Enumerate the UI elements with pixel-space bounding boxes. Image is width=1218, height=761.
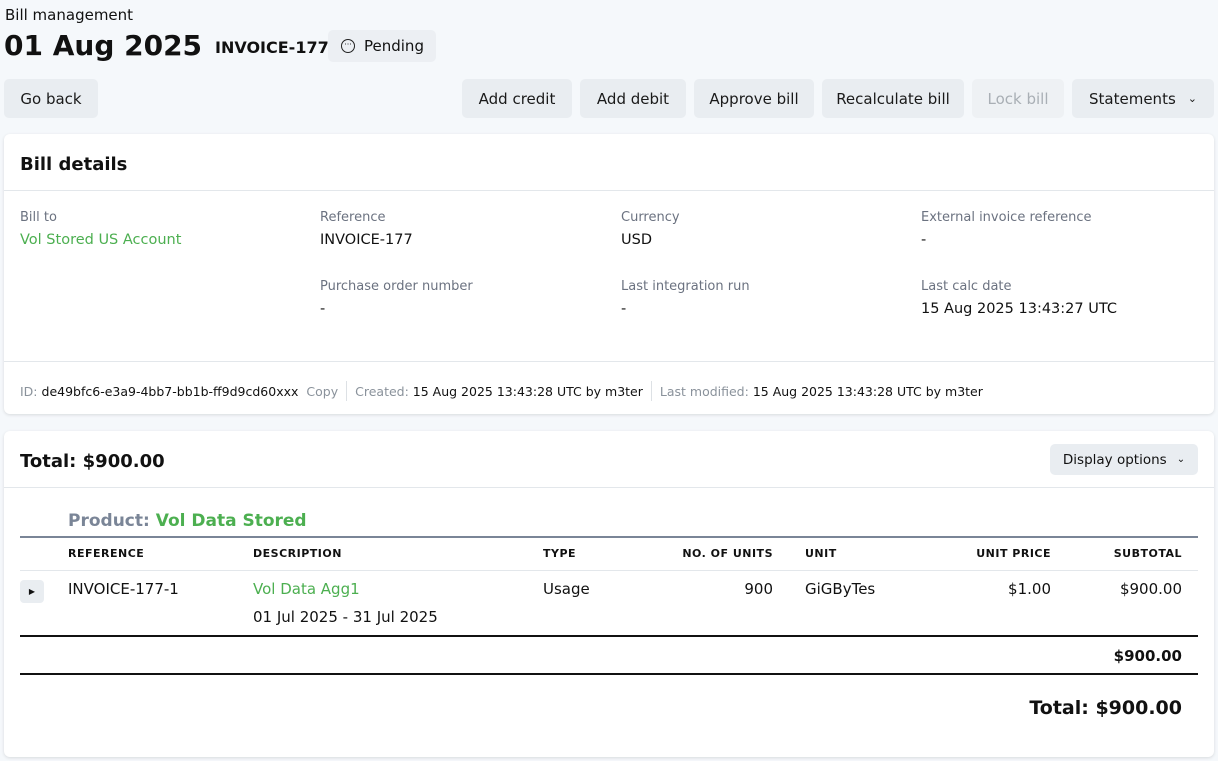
row-reference: INVOICE-177-1 [68, 580, 179, 598]
currency-value: USD [621, 232, 652, 248]
invoice-number: INVOICE-177 [215, 38, 329, 57]
product-subtotal: $900.00 [1113, 647, 1182, 665]
bill-details-card: Bill details Bill to Vol Stored US Accou… [4, 134, 1214, 414]
status-label: Pending [364, 37, 424, 55]
col-subtotal: SUBTOTAL [1113, 547, 1182, 560]
col-reference: REFERENCE [68, 547, 145, 560]
divider [20, 673, 1198, 675]
expand-row-button[interactable]: ▶ [20, 580, 44, 603]
last-calc-value: 15 Aug 2025 13:43:27 UTC [921, 301, 1117, 317]
col-unit-price: UNIT PRICE [976, 547, 1051, 560]
row-unit: GiGByTes [805, 580, 876, 598]
last-calc-label: Last calc date [921, 279, 1012, 294]
add-debit-button[interactable]: Add debit [580, 79, 686, 118]
row-period: 01 Jul 2025 - 31 Jul 2025 [253, 608, 438, 626]
product-link[interactable]: Vol Data Stored [156, 511, 307, 531]
display-options-label: Display options [1062, 451, 1167, 468]
pending-icon: ··· [341, 39, 355, 53]
lock-bill-button[interactable]: Lock bill [972, 79, 1064, 118]
bill-to-link[interactable]: Vol Stored US Account [20, 232, 181, 248]
row-subtotal: $900.00 [1119, 580, 1182, 598]
modified-label: Last modified: [659, 383, 749, 399]
copy-button[interactable]: Copy [306, 384, 338, 399]
grand-total: Total: $900.00 [1029, 697, 1182, 719]
col-unit: UNIT [805, 547, 837, 560]
caret-right-icon: ▶ [28, 587, 36, 596]
approve-bill-button[interactable]: Approve bill [694, 79, 814, 118]
row-units: 900 [744, 580, 773, 598]
last-integration-value: - [621, 301, 627, 317]
last-integration-label: Last integration run [621, 279, 750, 294]
col-description: DESCRIPTION [253, 547, 342, 560]
id-value: de49bfc6-e3a9-4bb7-bb1b-ff9d9cd60xxx [41, 383, 299, 399]
card-title: Bill details [20, 154, 128, 175]
external-ref-label: External invoice reference [921, 210, 1092, 225]
page-title: 01 Aug 2025 [4, 29, 203, 62]
divider [20, 635, 1198, 637]
row-description-link[interactable]: Vol Data Agg1 [253, 580, 360, 598]
chevron-down-icon: ⌄ [1187, 92, 1197, 105]
row-unit-price: $1.00 [1008, 580, 1051, 598]
modified-value: 15 Aug 2025 13:43:28 UTC by m3ter [752, 383, 983, 399]
add-credit-button[interactable]: Add credit [462, 79, 572, 118]
row-type: Usage [543, 580, 590, 598]
product-label: Product: [68, 511, 150, 531]
statements-label: Statements [1089, 89, 1176, 108]
divider [4, 361, 1214, 362]
external-ref-value: - [921, 232, 927, 248]
table-top-border [20, 536, 1198, 538]
display-options-dropdown[interactable]: Display options ⌄ [1050, 444, 1198, 475]
status-badge: ··· Pending [328, 30, 436, 62]
currency-label: Currency [621, 210, 680, 225]
reference-value: INVOICE-177 [320, 232, 413, 248]
col-units: NO. OF UNITS [682, 547, 773, 560]
col-type: TYPE [543, 547, 577, 560]
po-value: - [320, 301, 326, 317]
breadcrumb[interactable]: Bill management [5, 6, 133, 24]
reference-label: Reference [320, 210, 386, 225]
bill-to-label: Bill to [20, 210, 57, 225]
chevron-down-icon: ⌄ [1176, 454, 1186, 465]
divider [4, 487, 1214, 488]
divider [20, 570, 1198, 571]
statements-dropdown[interactable]: Statements ⌄ [1072, 79, 1214, 118]
created-label: Created: [355, 383, 409, 399]
product-heading: Product: Vol Data Stored [68, 511, 307, 531]
id-label: ID: [20, 383, 38, 399]
po-label: Purchase order number [320, 279, 473, 294]
meta-bar: ID: de49bfc6-e3a9-4bb7-bb1b-ff9d9cd60xxx… [20, 381, 983, 401]
total-heading: Total: $900.00 [20, 451, 165, 472]
go-back-button[interactable]: Go back [4, 79, 98, 118]
recalculate-bill-button[interactable]: Recalculate bill [822, 79, 964, 118]
divider [4, 190, 1214, 191]
created-value: 15 Aug 2025 13:43:28 UTC by m3ter [412, 383, 643, 399]
